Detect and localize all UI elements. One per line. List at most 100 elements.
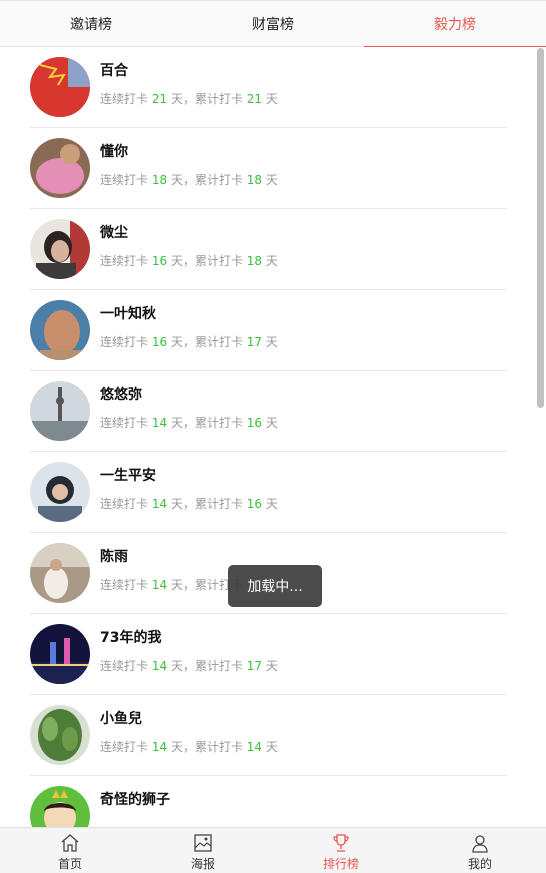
days-suffix: 天 <box>265 335 278 349</box>
total-label: 天，累计打卡 <box>170 335 243 349</box>
user-name[interactable]: 小鱼兒 <box>100 708 142 728</box>
avatar[interactable] <box>30 462 90 522</box>
days-suffix: 天 <box>265 659 278 673</box>
trophy-icon <box>333 834 349 852</box>
streak-label: 连续打卡 <box>100 173 149 187</box>
checkin-stats: 连续打卡 18 天，累计打卡 18 天 <box>100 171 278 188</box>
nav-mine-label: 我的 <box>467 857 492 871</box>
days-suffix: 天 <box>265 254 278 268</box>
home-icon <box>61 834 79 852</box>
days-suffix: 天 <box>265 92 278 106</box>
streak-label: 连续打卡 <box>100 497 149 511</box>
streak-label: 连续打卡 <box>100 740 149 754</box>
total-days: 16 <box>246 497 263 511</box>
ranking-row[interactable]: 一叶知秋连续打卡 16 天，累计打卡 17 天 <box>30 290 507 371</box>
days-suffix: 天 <box>265 416 278 430</box>
avatar[interactable] <box>30 381 90 441</box>
total-label: 天，累计打卡 <box>170 659 243 673</box>
total-days: 18 <box>246 254 263 268</box>
user-name[interactable]: 陈雨 <box>100 546 128 566</box>
ranking-row[interactable]: 微尘连续打卡 16 天，累计打卡 18 天 <box>30 209 507 290</box>
avatar[interactable] <box>30 57 90 117</box>
checkin-stats: 连续打卡 14 天，累计打卡 14 天 <box>100 738 278 755</box>
user-name[interactable]: 一叶知秋 <box>100 303 156 323</box>
ranking-row[interactable]: 73年的我连续打卡 14 天，累计打卡 17 天 <box>30 614 507 695</box>
ranking-row[interactable]: 奇怪的狮子 <box>30 776 507 827</box>
total-label: 天，累计打卡 <box>170 740 243 754</box>
user-name[interactable]: 百合 <box>100 60 128 80</box>
nav-ranking-label: 排行榜 <box>322 857 359 871</box>
total-days: 17 <box>246 659 263 673</box>
avatar[interactable] <box>30 624 90 684</box>
total-days: 21 <box>246 92 263 106</box>
streak-label: 连续打卡 <box>100 578 149 592</box>
streak-days: 16 <box>151 335 168 349</box>
streak-days: 16 <box>151 254 168 268</box>
total-days: 16 <box>246 416 263 430</box>
avatar[interactable] <box>30 705 90 765</box>
user-name[interactable]: 悠悠弥 <box>100 384 142 404</box>
tab-invite[interactable]: 邀请榜 <box>0 1 182 46</box>
ranking-row[interactable]: 百合连续打卡 21 天，累计打卡 21 天 <box>30 47 507 128</box>
ranking-list[interactable]: 百合 连续打卡 21 天，累计打卡 21 天懂你 连续打卡 18 天，累计打卡 18… <box>0 47 546 827</box>
streak-label: 连续打卡 <box>100 335 149 349</box>
avatar[interactable] <box>30 138 90 198</box>
days-suffix: 天 <box>265 173 278 187</box>
avatar[interactable] <box>30 219 90 279</box>
ranking-row[interactable]: 一生平安连续打卡 14 天，累计打卡 16 天 <box>30 452 507 533</box>
streak-days: 14 <box>151 740 168 754</box>
nav-home-label: 首页 <box>57 857 82 871</box>
user-name[interactable]: 奇怪的狮子 <box>100 789 170 809</box>
tab-wealth[interactable]: 财富榜 <box>182 1 364 46</box>
total-days: 17 <box>246 335 263 349</box>
user-name[interactable]: 一生平安 <box>100 465 156 485</box>
streak-label: 连续打卡 <box>100 92 149 106</box>
streak-days: 14 <box>151 659 168 673</box>
tab-perseverance[interactable]: 毅力榜 <box>364 1 546 47</box>
total-label: 天，累计打卡 <box>170 497 243 511</box>
ranking-row[interactable]: 小鱼兒连续打卡 14 天，累计打卡 14 天 <box>30 695 507 776</box>
total-label: 天，累计打卡 <box>170 416 243 430</box>
streak-days: 14 <box>151 497 168 511</box>
user-name[interactable]: 微尘 <box>100 222 128 242</box>
ranking-row[interactable]: 悠悠弥连续打卡 14 天，累计打卡 16 天 <box>30 371 507 452</box>
total-label: 天，累计打卡 <box>170 92 243 106</box>
total-days: 14 <box>246 740 263 754</box>
ranking-row[interactable]: 懂你连续打卡 18 天，累计打卡 18 天 <box>30 128 507 209</box>
streak-days: 21 <box>151 92 168 106</box>
avatar[interactable] <box>30 786 90 827</box>
nav-poster-label: 海报 <box>190 857 215 871</box>
user-icon <box>472 835 488 853</box>
total-label: 天，累计打卡 <box>170 254 243 268</box>
streak-days: 18 <box>151 173 168 187</box>
avatar[interactable] <box>30 300 90 360</box>
nav-home[interactable]: 首页 <box>50 833 90 873</box>
nav-mine[interactable]: 我的 <box>460 833 500 873</box>
scrollbar[interactable] <box>537 48 544 408</box>
streak-days: 14 <box>151 416 168 430</box>
checkin-stats: 连续打卡 16 天，累计打卡 17 天 <box>100 333 278 350</box>
nav-ranking[interactable]: 排行榜 <box>316 833 366 873</box>
avatar[interactable] <box>30 543 90 603</box>
checkin-stats: 连续打卡 14 天，累计打卡 16 天 <box>100 414 278 431</box>
streak-label: 连续打卡 <box>100 254 149 268</box>
total-days: 18 <box>246 173 263 187</box>
days-suffix: 天 <box>265 497 278 511</box>
user-name[interactable]: 懂你 <box>100 141 128 161</box>
checkin-stats: 连续打卡 21 天，累计打卡 21 天 <box>100 90 278 107</box>
checkin-stats: 连续打卡 16 天，累计打卡 18 天 <box>100 252 278 269</box>
user-name[interactable]: 73年的我 <box>100 627 161 647</box>
rank-tabs: 邀请榜 财富榜 毅力榜 <box>0 0 546 47</box>
total-label: 天，累计打卡 <box>170 173 243 187</box>
days-suffix: 天 <box>265 740 278 754</box>
streak-days: 14 <box>151 578 168 592</box>
streak-label: 连续打卡 <box>100 416 149 430</box>
checkin-stats: 连续打卡 14 天，累计打卡 16 天 <box>100 495 278 512</box>
loading-toast: 加载中... <box>228 565 322 607</box>
bottom-nav: 首页 海报 排行榜 我的 <box>0 827 546 873</box>
streak-label: 连续打卡 <box>100 659 149 673</box>
nav-poster[interactable]: 海报 <box>183 833 223 873</box>
image-icon <box>194 834 212 852</box>
checkin-stats: 连续打卡 14 天，累计打卡 17 天 <box>100 657 278 674</box>
checkin-stats: 连续打卡 14 天，累计打卡 <box>100 576 243 593</box>
